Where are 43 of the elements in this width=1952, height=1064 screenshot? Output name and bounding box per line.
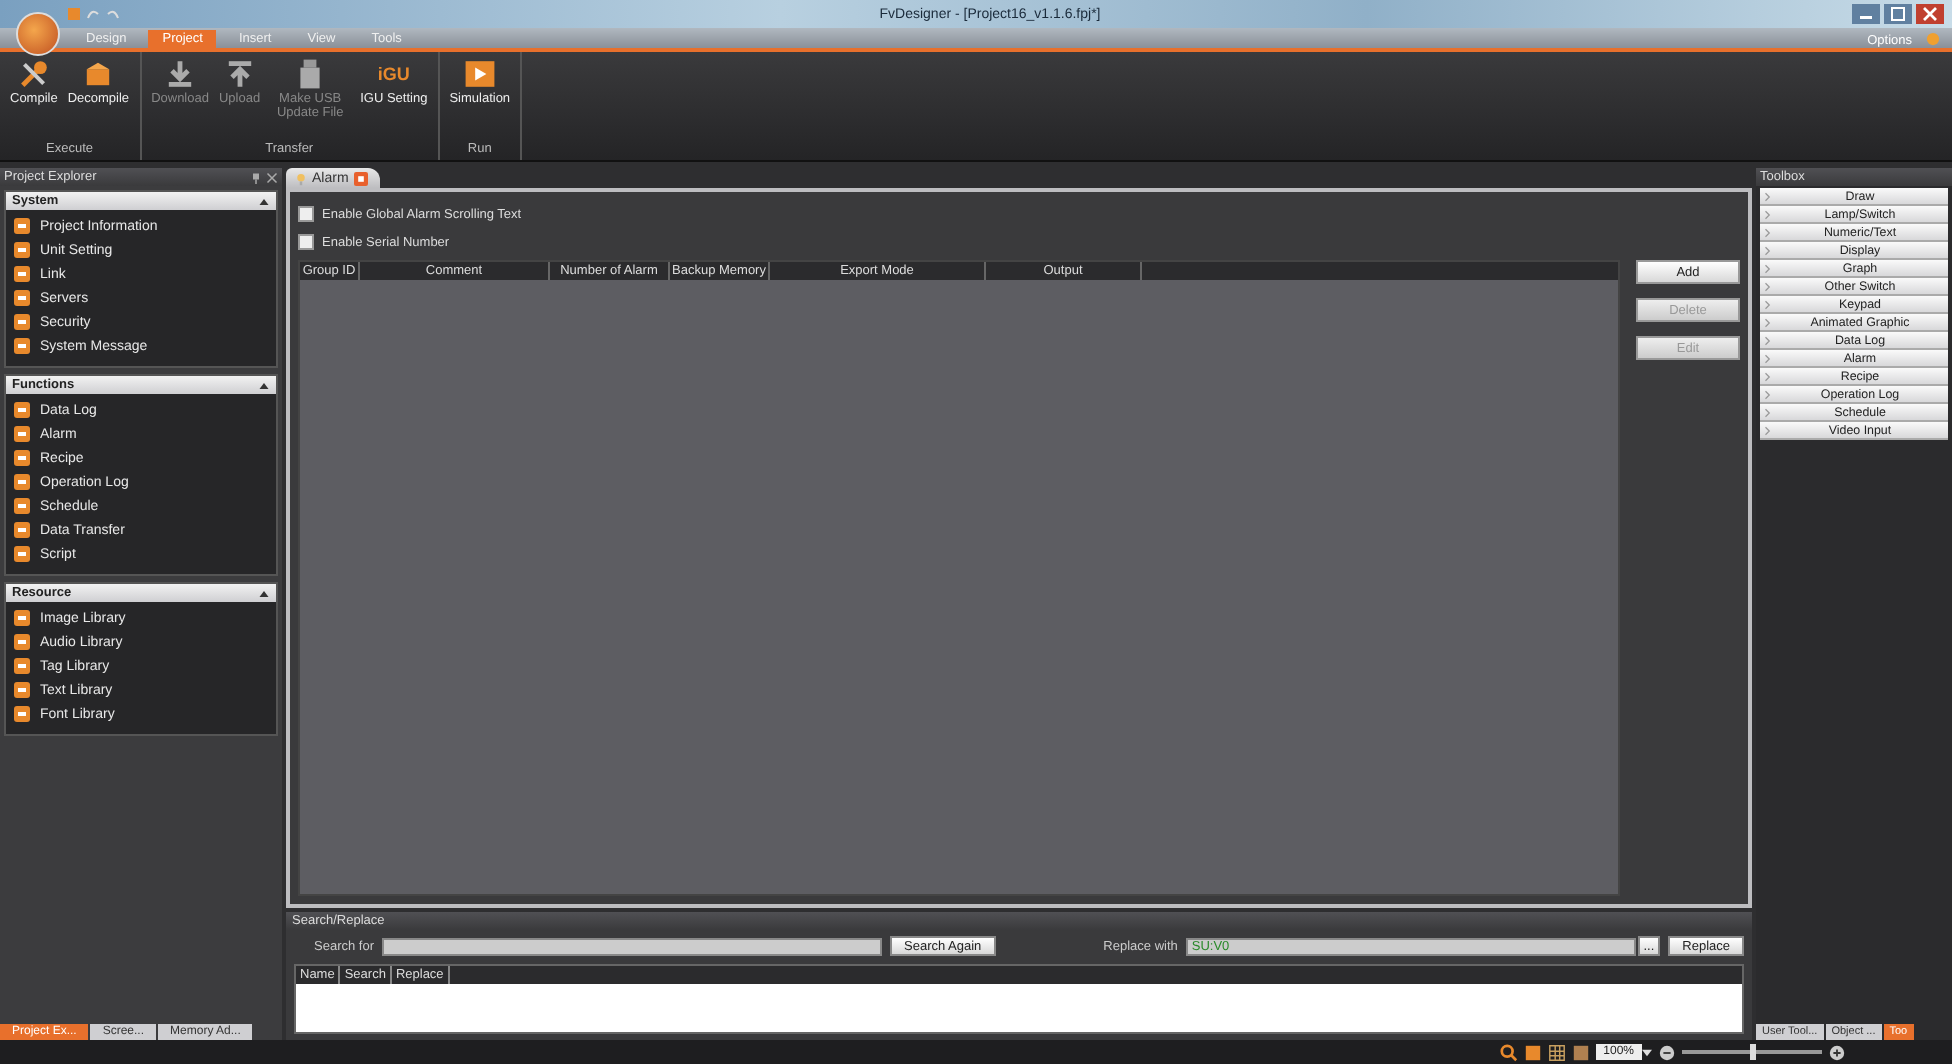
app-logo-icon[interactable] bbox=[16, 12, 60, 56]
square-icon bbox=[12, 472, 32, 492]
zoom-out-icon[interactable] bbox=[1658, 1043, 1676, 1061]
square-icon bbox=[12, 400, 32, 420]
square-icon bbox=[12, 424, 32, 444]
square-icon bbox=[12, 496, 32, 516]
search-field[interactable] bbox=[382, 937, 882, 955]
maximize-icon[interactable] bbox=[1884, 4, 1912, 24]
search-icon[interactable] bbox=[1499, 1043, 1518, 1061]
layout-icon[interactable] bbox=[1571, 1043, 1590, 1061]
close-icon[interactable] bbox=[1916, 4, 1944, 24]
download-icon bbox=[164, 58, 197, 90]
square-icon bbox=[12, 520, 32, 540]
pin-icon[interactable] bbox=[250, 171, 262, 183]
square-icon bbox=[12, 656, 32, 676]
square-icon bbox=[12, 448, 32, 468]
square-icon bbox=[12, 240, 32, 260]
play-icon bbox=[463, 58, 496, 90]
tool-icon[interactable] bbox=[1523, 1043, 1542, 1061]
square-icon bbox=[12, 312, 32, 332]
grid-icon[interactable] bbox=[1547, 1043, 1566, 1061]
wrench-icon bbox=[17, 58, 50, 90]
checkbox[interactable] bbox=[298, 206, 314, 222]
minimize-icon[interactable] bbox=[1852, 4, 1880, 24]
zoom-in-icon[interactable] bbox=[1828, 1043, 1846, 1061]
square-icon bbox=[12, 216, 32, 236]
bulb-icon bbox=[296, 172, 306, 186]
close-icon[interactable] bbox=[354, 172, 369, 186]
upload-icon bbox=[223, 58, 256, 90]
square-icon bbox=[12, 704, 32, 724]
slider-thumb[interactable] bbox=[1750, 1044, 1756, 1060]
square-icon bbox=[12, 264, 32, 284]
square-icon bbox=[12, 288, 32, 308]
caret-icon[interactable] bbox=[1642, 1047, 1652, 1057]
square-icon bbox=[12, 336, 32, 356]
square-icon bbox=[12, 544, 32, 564]
igu-logo-icon: iGU bbox=[377, 58, 410, 90]
checkbox[interactable] bbox=[298, 234, 314, 250]
square-icon bbox=[12, 632, 32, 652]
square-icon bbox=[12, 680, 32, 700]
box-icon bbox=[82, 58, 115, 90]
close-icon[interactable] bbox=[266, 171, 278, 183]
square-icon bbox=[12, 608, 32, 628]
